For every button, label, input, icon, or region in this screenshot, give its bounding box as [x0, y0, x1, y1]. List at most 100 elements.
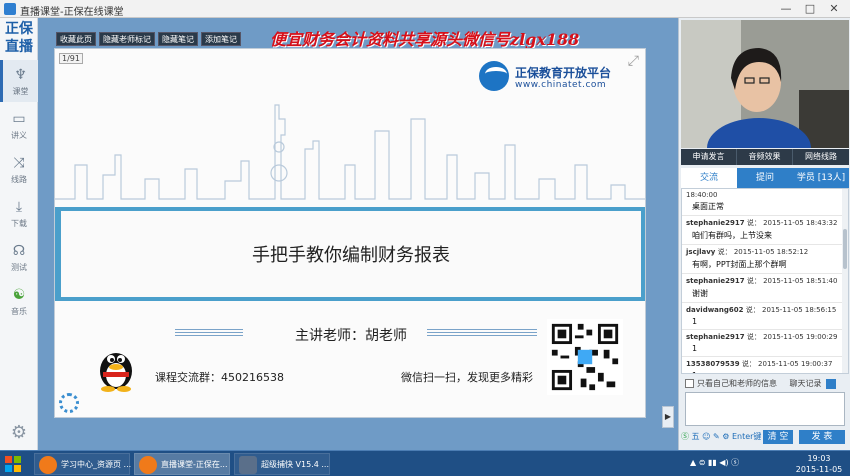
- message-said: 说：: [745, 306, 760, 314]
- tab-questions[interactable]: 提问: [737, 168, 793, 188]
- chat-message: stephanie2917 说： 2015-11-05 19:00:29 1: [682, 330, 848, 357]
- message-time: 2015-11-05 18:52:12: [733, 248, 809, 256]
- slide-title: 手把手教你编制财务报表: [252, 245, 450, 266]
- message-said: 说：: [741, 360, 756, 368]
- message-time: 2015-11-05 18:43:32: [763, 219, 838, 227]
- slide: 1/91 ⤢ 正保教育开放平台 www.chinatet.com 手把手教你编制…: [54, 48, 646, 418]
- chat-message: davidwang602 说： 2015-11-05 18:56:15 1: [682, 303, 848, 330]
- chart-icon: ▭: [12, 111, 26, 127]
- clear-button[interactable]: 清 空: [763, 430, 793, 444]
- minimize-button[interactable]: —: [778, 2, 794, 16]
- message-time: 2015-11-05 18:51:40: [763, 277, 838, 285]
- message-input[interactable]: [685, 392, 845, 426]
- emoji-label: 五: [691, 432, 700, 441]
- group-number: 450216538: [221, 371, 284, 384]
- taskbar: 学习中心_资源页 ... 直播课堂-正保在... 超级捕快 V15.4 ... …: [0, 450, 850, 476]
- message-text: 谢谢: [692, 289, 708, 298]
- taskbar-item-recorder[interactable]: 超级捕快 V15.4 ...: [234, 453, 330, 475]
- shuffle-icon: ⤨: [13, 155, 25, 171]
- sidebar-item-classroom[interactable]: ♆ 课堂: [0, 60, 38, 102]
- sidebar-item-download[interactable]: ⤓ 下载: [0, 192, 38, 234]
- chat-message: 13538079539 说： 2015-11-05 19:00:37 1: [682, 357, 848, 373]
- message-text: 有啊，PPT封面上那个群啊: [692, 260, 787, 269]
- headset-icon: ☊: [12, 243, 26, 259]
- emoji-toolbar[interactable]: Ⓢ 五 ☺ ✎ ⚙ Enter键: [681, 431, 761, 442]
- only-teacher-label: 只看自己和老师的信息: [697, 379, 777, 388]
- qq-group-info: 课程交流群：450216538: [155, 369, 284, 385]
- taskbar-item-label: 直播课堂-正保在...: [161, 460, 228, 469]
- chat-list[interactable]: 18:40:00 桌面正常 stephanie2917 说： 2015-11-0…: [681, 188, 849, 374]
- chat-message: stephanie2917 说： 2015-11-05 18:43:32 咱们有…: [682, 216, 848, 245]
- taskbar-item-label: 学习中心_资源页 ...: [61, 460, 132, 469]
- chat-scrollbar[interactable]: [842, 189, 848, 373]
- bookmark-page-button[interactable]: 收藏此页: [56, 32, 96, 46]
- taskbar-item-live-class[interactable]: 直播课堂-正保在...: [134, 453, 230, 475]
- add-note-button[interactable]: 添加笔记: [201, 32, 241, 46]
- message-text: 咱们有群吗，上节没来: [692, 231, 772, 240]
- chat-message: jscjlavy 说： 2015-11-05 18:52:12 有啊，PPT封面…: [682, 245, 848, 274]
- hide-teacher-marks-button[interactable]: 隐藏老师标记: [99, 32, 155, 46]
- message-time: 18:40:00: [686, 191, 718, 199]
- windows-start-icon[interactable]: [2, 454, 24, 474]
- sidebar-item-label: 线路: [11, 175, 27, 184]
- message-user[interactable]: stephanie2917: [686, 277, 745, 285]
- send-button[interactable]: 发 表: [799, 430, 845, 444]
- message-user[interactable]: jscjlavy: [686, 248, 715, 256]
- brand-line-2: 直播: [5, 39, 33, 55]
- tab-students[interactable]: 学员 [13人]: [793, 168, 849, 188]
- wechat-prompt: 微信扫一扫，发现更多精彩: [401, 371, 533, 384]
- qr-code-icon: [547, 319, 623, 395]
- sidebar-item-test[interactable]: ☊ 测试: [0, 236, 38, 278]
- network-route-button[interactable]: 网络线路: [793, 149, 849, 165]
- scrollbar-thumb[interactable]: [843, 229, 847, 269]
- message-said: 说：: [746, 277, 761, 285]
- sidebar-item-music[interactable]: ☯ 音乐: [0, 280, 38, 322]
- title-band-inner: 手把手教你编制财务报表: [61, 211, 641, 297]
- sidebar-item-label: 讲义: [11, 131, 27, 140]
- chat-bottom-bar: Ⓢ 五 ☺ ✎ ⚙ Enter键 清 空 发 表: [681, 428, 849, 446]
- message-user[interactable]: davidwang602: [686, 306, 744, 314]
- qq-penguin-icon: [100, 353, 132, 392]
- audio-effect-button[interactable]: 音频效果: [737, 149, 793, 165]
- message-user[interactable]: stephanie2917: [686, 219, 745, 227]
- next-slide-button[interactable]: ▶: [662, 406, 674, 428]
- taskbar-item-study-center[interactable]: 学习中心_资源页 ...: [34, 453, 132, 475]
- group-label: 课程交流群：: [155, 371, 221, 384]
- download-icon: ⤓: [15, 199, 23, 215]
- hide-notes-button[interactable]: 隐藏笔记: [158, 32, 198, 46]
- clock-time: 19:03: [807, 454, 831, 463]
- taskbar-clock[interactable]: 19:03 2015-11-05: [792, 453, 846, 475]
- fullscreen-icon[interactable]: ⤢: [628, 53, 639, 69]
- chat-options: 只看自己和老师的信息 聊天记录: [685, 378, 845, 392]
- message-user[interactable]: 13538079539: [686, 360, 740, 368]
- tab-chat[interactable]: 交流: [681, 168, 737, 188]
- teacher-video: [681, 20, 849, 148]
- chat-record-icon[interactable]: [825, 378, 836, 389]
- sidebar-item-label: 课堂: [12, 87, 29, 96]
- slide-toolbar: 收藏此页 隐藏老师标记 隐藏笔记 添加笔记: [56, 32, 244, 46]
- logo-swirl: [485, 67, 507, 81]
- only-teacher-checkbox[interactable]: [685, 379, 694, 388]
- emoji-icon[interactable]: Ⓢ: [681, 432, 689, 441]
- chat-record-link[interactable]: 聊天记录: [790, 379, 822, 388]
- message-text: 1: [686, 371, 844, 373]
- close-button[interactable]: ✕: [826, 2, 842, 16]
- maximize-button[interactable]: □: [802, 2, 818, 16]
- ad-banner: 便宜财务会计资料共享源头微信号zlgx188: [270, 30, 580, 49]
- logo-url: www.chinatet.com: [515, 80, 607, 90]
- gear-icon[interactable]: ⚙: [8, 422, 30, 444]
- title-bar: 直播课堂-正保在线课堂 — □ ✕: [0, 0, 850, 18]
- request-speak-button[interactable]: 申请发言: [681, 149, 737, 165]
- message-time: 2015-11-05 19:00:29: [763, 333, 838, 341]
- sidebar-item-route[interactable]: ⤨ 线路: [0, 148, 38, 190]
- system-tray[interactable]: ▲ ⊜ ▮▮ ◀) ⓢ: [690, 457, 739, 468]
- page-number: 1/91: [59, 53, 83, 64]
- message-said: 说：: [746, 333, 761, 341]
- logo-name: 正保教育开放平台: [515, 66, 612, 80]
- sidebar-item-handout[interactable]: ▭ 讲义: [0, 104, 38, 146]
- window-title: 直播课堂-正保在线课堂: [20, 7, 124, 18]
- tool-icons[interactable]: ☺ ✎ ⚙: [702, 432, 729, 441]
- message-user[interactable]: stephanie2917: [686, 333, 745, 341]
- message-time: 2015-11-05 19:00:37: [758, 360, 833, 368]
- camera-app-icon: [239, 456, 257, 474]
